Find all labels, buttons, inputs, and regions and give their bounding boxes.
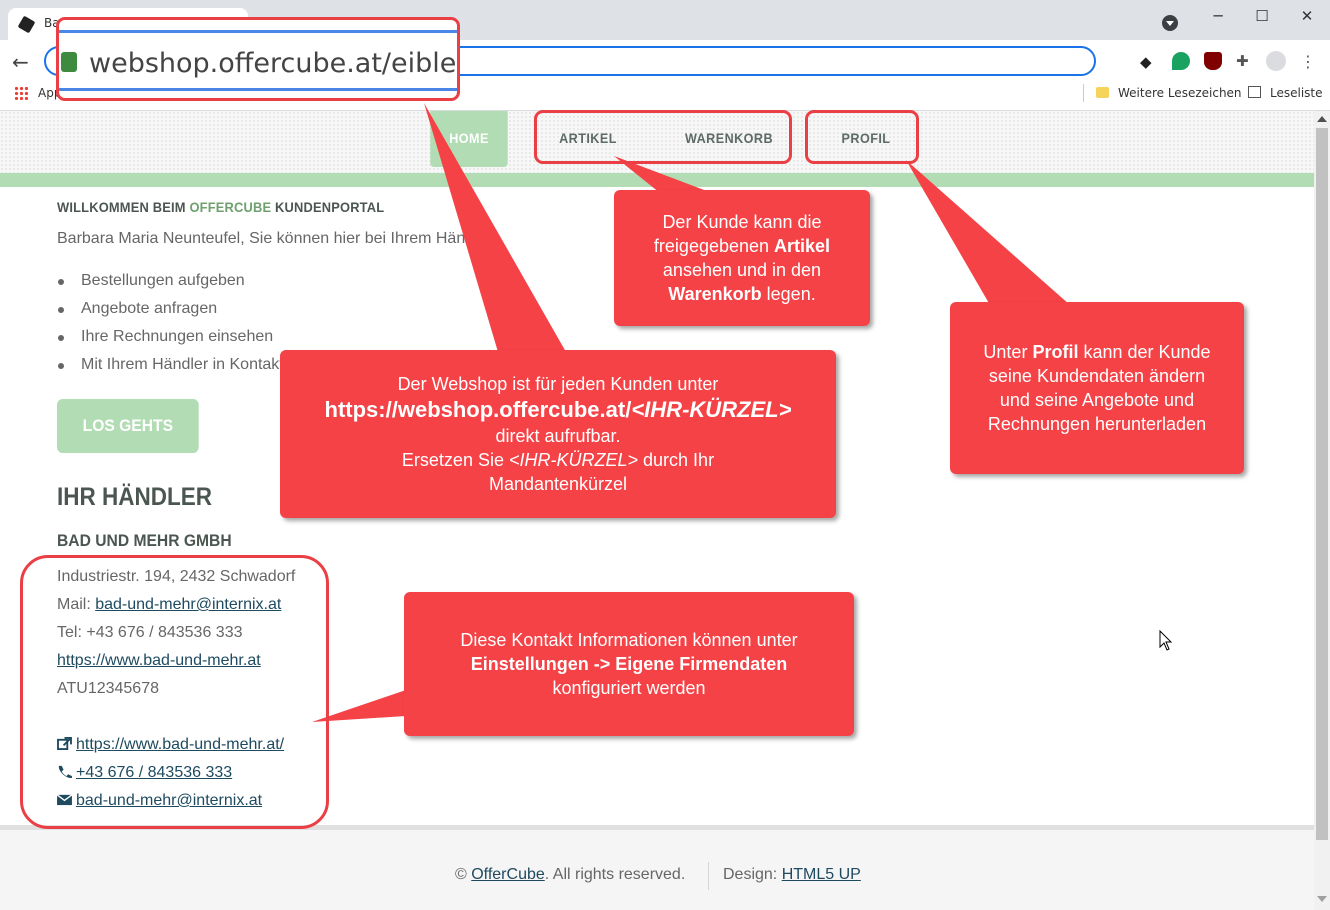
external-link-icon <box>57 737 72 750</box>
offercube-link[interactable]: OfferCube <box>471 866 545 883</box>
intro-text: Barbara Maria Neunteufel, Sie können hie… <box>57 230 497 247</box>
menu-kebab-icon[interactable]: ⋮ <box>1300 52 1318 71</box>
mail-link-2[interactable]: bad-und-mehr@internix.at <box>76 792 262 809</box>
apps-grid-icon[interactable] <box>14 86 28 100</box>
brand-name: OFFERCUBE <box>189 199 272 215</box>
dealer-address: Industriestr. 194, 2432 Schwadorf <box>57 568 296 585</box>
list-item: Ihre Rechnungen einsehen <box>57 328 329 356</box>
bookmark-separator <box>1083 84 1084 102</box>
extension-diamond-icon[interactable]: ◆ <box>1140 53 1158 71</box>
reading-list-icon <box>1248 86 1261 98</box>
nav-home[interactable]: HOME <box>430 111 508 167</box>
list-item: Bestellungen aufgeben <box>57 272 329 300</box>
welcome-heading: WILLKOMMEN BEIM OFFERCUBE KUNDENPORTAL <box>57 199 385 215</box>
tab-search-icon[interactable] <box>1162 15 1178 31</box>
footer-divider <box>708 862 709 890</box>
envelope-icon <box>57 794 72 806</box>
dealer-tel: Tel: +43 676 / 843536 333 <box>57 624 243 641</box>
bookmark-apps[interactable]: Apps <box>38 86 68 100</box>
reading-list[interactable]: Leseliste <box>1270 86 1323 100</box>
nav-artikel[interactable]: ARTIKEL <box>550 111 626 167</box>
html5up-link[interactable]: HTML5 UP <box>782 866 861 883</box>
browser-tab[interactable]: Ba <box>8 8 248 40</box>
scroll-up-arrow-icon[interactable] <box>1317 116 1327 122</box>
profile-avatar-icon[interactable] <box>1266 51 1286 71</box>
mail-link[interactable]: bad-und-mehr@internix.at <box>95 596 281 613</box>
extension-green-icon[interactable] <box>1172 52 1190 70</box>
nav-warenkorb[interactable]: WARENKORB <box>685 111 773 167</box>
site-header: HOME ARTIKEL WARENKORB PROFIL <box>0 111 1314 173</box>
los-gehts-button[interactable]: LOS GEHTS <box>57 399 199 453</box>
footer-design: Design: HTML5 UP <box>723 866 861 883</box>
ublock-icon[interactable] <box>1204 52 1222 70</box>
phone-icon <box>58 765 72 778</box>
folder-icon <box>1096 87 1109 98</box>
phone-link[interactable]: +43 676 / 843536 333 <box>76 764 232 781</box>
favicon-icon <box>17 15 36 34</box>
nav-profil[interactable]: PROFIL <box>832 111 900 167</box>
website-link-2[interactable]: https://www.bad-und-mehr.at/ <box>76 736 284 753</box>
tab-title: Ba <box>44 16 60 30</box>
address-bar[interactable] <box>44 46 1096 76</box>
scrollbar-thumb[interactable] <box>1316 128 1328 840</box>
tab-strip: Ba ─ ☐ ✕ <box>0 0 1330 40</box>
extensions-puzzle-icon[interactable]: ✚ <box>1236 52 1254 70</box>
footer-copyright: © OfferCube. All rights reserved. <box>455 866 686 883</box>
feature-list: Bestellungen aufgeben Angebote anfragen … <box>57 272 329 384</box>
dealer-heading: IHR HÄNDLER <box>57 483 212 511</box>
list-item: Angebote anfragen <box>57 300 329 328</box>
dealer-uid: ATU12345678 <box>57 680 159 697</box>
scroll-down-arrow-icon[interactable] <box>1317 896 1327 902</box>
close-icon[interactable]: ✕ <box>1293 4 1321 28</box>
bookmark-more[interactable]: Weitere Lesezeichen <box>1118 86 1242 100</box>
footer: © OfferCube. All rights reserved. Design… <box>0 825 1314 910</box>
dealer-name: BAD UND MEHR GMBH <box>57 531 232 550</box>
website-link[interactable]: https://www.bad-und-mehr.at <box>57 652 261 669</box>
browser-chrome: Ba ─ ☐ ✕ ← ◆ ✚ ⋮ Apps Weitere Lesezeiche… <box>0 0 1330 112</box>
back-arrow-icon[interactable]: ← <box>12 50 29 74</box>
maximize-icon[interactable]: ☐ <box>1248 4 1276 28</box>
list-item: Mit Ihrem Händler in Kontakt treten <box>57 356 329 384</box>
header-accent-bar <box>0 173 1314 187</box>
webpage: HOME ARTIKEL WARENKORB PROFIL WILLKOMMEN… <box>0 111 1314 910</box>
dealer-mail: Mail: bad-und-mehr@internix.at <box>57 596 282 613</box>
minimize-icon[interactable]: ─ <box>1204 4 1232 28</box>
